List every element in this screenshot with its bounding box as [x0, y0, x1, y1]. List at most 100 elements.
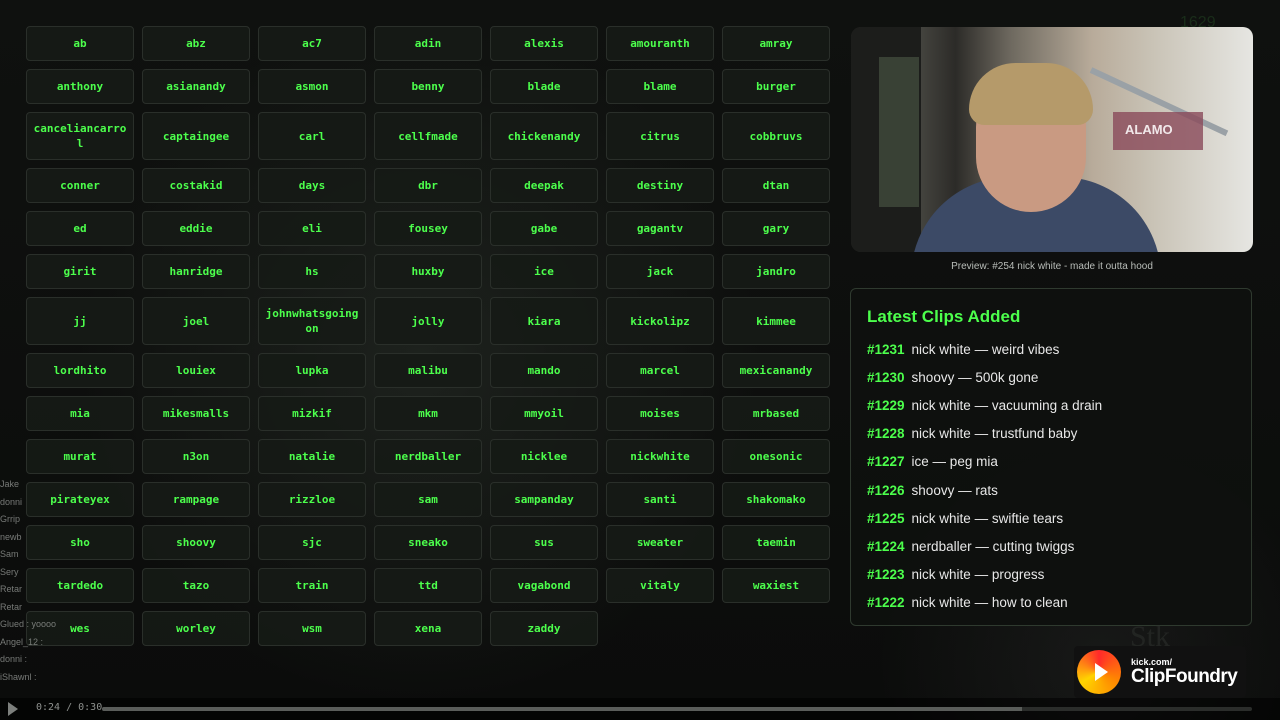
streamer-button-johnwhatsgoingon[interactable]: johnwhatsgoingon — [258, 297, 366, 345]
streamer-button-abz[interactable]: abz — [142, 26, 250, 61]
streamer-button-waxiest[interactable]: waxiest — [722, 568, 830, 603]
streamer-button-vitaly[interactable]: vitaly — [606, 568, 714, 603]
streamer-button-mia[interactable]: mia — [26, 396, 134, 431]
streamer-button-sus[interactable]: sus — [490, 525, 598, 560]
streamer-button-gagantv[interactable]: gagantv — [606, 211, 714, 246]
streamer-button-fousey[interactable]: fousey — [374, 211, 482, 246]
streamer-button-hanridge[interactable]: hanridge — [142, 254, 250, 289]
streamer-button-mmyoil[interactable]: mmyoil — [490, 396, 598, 431]
streamer-button-mrbased[interactable]: mrbased — [722, 396, 830, 431]
streamer-button-destiny[interactable]: destiny — [606, 168, 714, 203]
streamer-button-eli[interactable]: eli — [258, 211, 366, 246]
streamer-button-louiex[interactable]: louiex — [142, 353, 250, 388]
streamer-button-ttd[interactable]: ttd — [374, 568, 482, 603]
streamer-button-moises[interactable]: moises — [606, 396, 714, 431]
streamer-button-n3on[interactable]: n3on — [142, 439, 250, 474]
clip-item[interactable]: #1229 nick white — vacuuming a drain — [867, 391, 1235, 419]
streamer-button-vagabond[interactable]: vagabond — [490, 568, 598, 603]
streamer-button-mkm[interactable]: mkm — [374, 396, 482, 431]
streamer-button-onesonic[interactable]: onesonic — [722, 439, 830, 474]
streamer-button-carl[interactable]: carl — [258, 112, 366, 160]
streamer-button-santi[interactable]: santi — [606, 482, 714, 517]
streamer-button-malibu[interactable]: malibu — [374, 353, 482, 388]
streamer-button-marcel[interactable]: marcel — [606, 353, 714, 388]
streamer-button-murat[interactable]: murat — [26, 439, 134, 474]
streamer-button-taemin[interactable]: taemin — [722, 525, 830, 560]
streamer-button-eddie[interactable]: eddie — [142, 211, 250, 246]
streamer-button-chickenandy[interactable]: chickenandy — [490, 112, 598, 160]
clip-item[interactable]: #1231 nick white — weird vibes — [867, 335, 1235, 363]
clip-item[interactable]: #1225 nick white — swiftie tears — [867, 504, 1235, 532]
streamer-button-kickolipz[interactable]: kickolipz — [606, 297, 714, 345]
clip-item[interactable]: #1223 nick white — progress — [867, 561, 1235, 589]
streamer-button-gary[interactable]: gary — [722, 211, 830, 246]
streamer-button-ab[interactable]: ab — [26, 26, 134, 61]
streamer-button-shoovy[interactable]: shoovy — [142, 525, 250, 560]
streamer-button-kimmee[interactable]: kimmee — [722, 297, 830, 345]
clip-item[interactable]: #1227 ice — peg mia — [867, 448, 1235, 476]
streamer-button-cellfmade[interactable]: cellfmade — [374, 112, 482, 160]
streamer-button-huxby[interactable]: huxby — [374, 254, 482, 289]
streamer-button-ice[interactable]: ice — [490, 254, 598, 289]
streamer-button-nicklee[interactable]: nicklee — [490, 439, 598, 474]
streamer-button-asmon[interactable]: asmon — [258, 69, 366, 104]
play-icon[interactable] — [8, 702, 18, 716]
streamer-button-sweater[interactable]: sweater — [606, 525, 714, 560]
streamer-button-nickwhite[interactable]: nickwhite — [606, 439, 714, 474]
streamer-button-gabe[interactable]: gabe — [490, 211, 598, 246]
streamer-button-canceliancarrol[interactable]: canceliancarrol — [26, 112, 134, 160]
streamer-button-conner[interactable]: conner — [26, 168, 134, 203]
streamer-button-mikesmalls[interactable]: mikesmalls — [142, 396, 250, 431]
streamer-button-wsm[interactable]: wsm — [258, 611, 366, 646]
streamer-button-mexicanandy[interactable]: mexicanandy — [722, 353, 830, 388]
clip-item[interactable]: #1224 nerdballer — cutting twiggs — [867, 532, 1235, 560]
streamer-button-rampage[interactable]: rampage — [142, 482, 250, 517]
streamer-button-mizkif[interactable]: mizkif — [258, 396, 366, 431]
streamer-button-days[interactable]: days — [258, 168, 366, 203]
streamer-button-natalie[interactable]: natalie — [258, 439, 366, 474]
streamer-button-xena[interactable]: xena — [374, 611, 482, 646]
streamer-button-cobbruvs[interactable]: cobbruvs — [722, 112, 830, 160]
streamer-button-captaingee[interactable]: captaingee — [142, 112, 250, 160]
streamer-button-mando[interactable]: mando — [490, 353, 598, 388]
streamer-button-sneako[interactable]: sneako — [374, 525, 482, 560]
clip-preview-video[interactable]: ALAMO — [851, 27, 1253, 252]
streamer-button-jj[interactable]: jj — [26, 297, 134, 345]
streamer-button-nerdballer[interactable]: nerdballer — [374, 439, 482, 474]
streamer-button-adin[interactable]: adin — [374, 26, 482, 61]
streamer-button-lupka[interactable]: lupka — [258, 353, 366, 388]
streamer-button-blade[interactable]: blade — [490, 69, 598, 104]
streamer-button-amray[interactable]: amray — [722, 26, 830, 61]
streamer-button-worley[interactable]: worley — [142, 611, 250, 646]
streamer-button-train[interactable]: train — [258, 568, 366, 603]
streamer-button-jolly[interactable]: jolly — [374, 297, 482, 345]
streamer-button-jack[interactable]: jack — [606, 254, 714, 289]
streamer-button-ed[interactable]: ed — [26, 211, 134, 246]
streamer-button-sjc[interactable]: sjc — [258, 525, 366, 560]
clip-item[interactable]: #1228 nick white — trustfund baby — [867, 420, 1235, 448]
streamer-button-ac7[interactable]: ac7 — [258, 26, 366, 61]
streamer-button-girit[interactable]: girit — [26, 254, 134, 289]
streamer-button-zaddy[interactable]: zaddy — [490, 611, 598, 646]
streamer-button-shakomako[interactable]: shakomako — [722, 482, 830, 517]
clip-item[interactable]: #1222 nick white — how to clean — [867, 589, 1235, 617]
streamer-button-citrus[interactable]: citrus — [606, 112, 714, 160]
streamer-button-amouranth[interactable]: amouranth — [606, 26, 714, 61]
seek-bar[interactable] — [102, 707, 1252, 711]
streamer-button-lordhito[interactable]: lordhito — [26, 353, 134, 388]
streamer-button-sam[interactable]: sam — [374, 482, 482, 517]
streamer-button-anthony[interactable]: anthony — [26, 69, 134, 104]
streamer-button-tazo[interactable]: tazo — [142, 568, 250, 603]
streamer-button-burger[interactable]: burger — [722, 69, 830, 104]
streamer-button-kiara[interactable]: kiara — [490, 297, 598, 345]
streamer-button-alexis[interactable]: alexis — [490, 26, 598, 61]
streamer-button-sampanday[interactable]: sampanday — [490, 482, 598, 517]
streamer-button-benny[interactable]: benny — [374, 69, 482, 104]
streamer-button-costakid[interactable]: costakid — [142, 168, 250, 203]
clip-item[interactable]: #1226 shoovy — rats — [867, 476, 1235, 504]
streamer-button-rizzloe[interactable]: rizzloe — [258, 482, 366, 517]
streamer-button-jandro[interactable]: jandro — [722, 254, 830, 289]
streamer-button-deepak[interactable]: deepak — [490, 168, 598, 203]
streamer-button-dbr[interactable]: dbr — [374, 168, 482, 203]
streamer-button-blame[interactable]: blame — [606, 69, 714, 104]
